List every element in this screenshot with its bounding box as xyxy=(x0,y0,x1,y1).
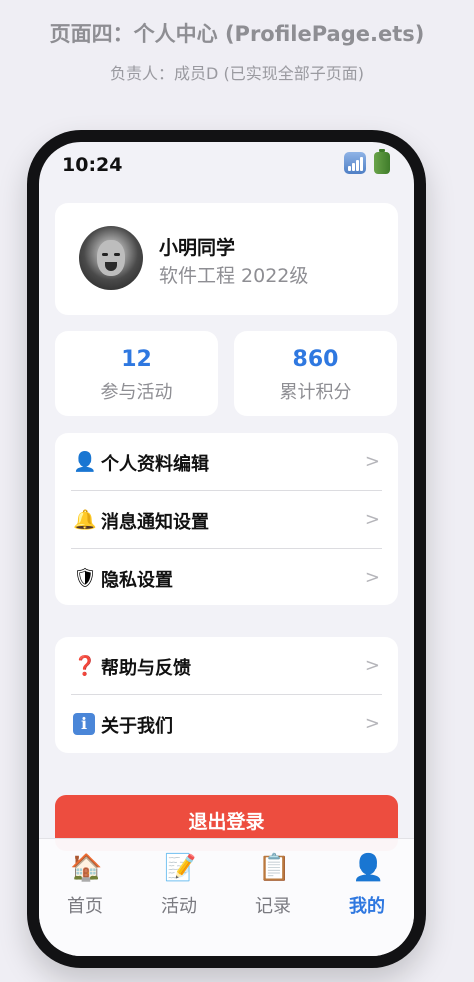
user-department: 软件工程 2022级 xyxy=(159,265,309,287)
tab-label-records: 记录 xyxy=(255,896,291,917)
tab-home[interactable]: 🏠 首页 xyxy=(55,853,115,918)
tab-profile[interactable]: 👤 我的 xyxy=(337,853,397,918)
status-bar: 10:24 xyxy=(39,142,414,190)
chevron-right-icon: > xyxy=(364,567,380,588)
menu-label-profile-edit: 个人资料编辑 xyxy=(101,454,209,475)
stat-label-points: 累计积分 xyxy=(279,382,352,403)
menu-label-help-feedback: 帮助与反馈 xyxy=(101,658,191,679)
chevron-right-icon: > xyxy=(364,509,380,530)
menu-label-about-us: 关于我们 xyxy=(101,716,173,737)
menu-label-notification-settings: 消息通知设置 xyxy=(101,512,209,533)
menu-item-notification-settings[interactable]: 🔔 消息通知设置 > xyxy=(55,491,398,549)
tab-label-profile: 我的 xyxy=(349,896,385,917)
profile-icon: 👤 xyxy=(352,853,385,883)
clipboard-icon: 📋 xyxy=(258,853,291,883)
user-name: 小明同学 xyxy=(159,237,236,259)
avatar-face xyxy=(97,240,125,276)
chevron-right-icon: > xyxy=(364,451,380,472)
avatar[interactable] xyxy=(79,226,143,290)
status-time: 10:24 xyxy=(62,154,123,176)
stat-label-activities: 参与活动 xyxy=(100,382,173,403)
tab-label-home: 首页 xyxy=(67,896,103,917)
page-caption-title: 页面四：个人中心 (ProfilePage.ets) xyxy=(49,22,425,46)
menu-item-help-feedback[interactable]: ❓ 帮助与反馈 > xyxy=(55,637,398,695)
phone-frame: 10:24 小明同学 软件工程 2022级 12 参与活动 860 累计积分 👤… xyxy=(27,130,426,968)
tab-records[interactable]: 📋 记录 xyxy=(243,853,303,918)
memo-icon: 📝 xyxy=(164,853,197,883)
status-icons xyxy=(344,149,390,174)
page-caption-subtitle: 负责人：成员D (已实现全部子页面) xyxy=(110,64,364,83)
info-icon: ℹ xyxy=(73,713,95,735)
tab-activities[interactable]: 📝 活动 xyxy=(149,853,209,918)
chevron-right-icon: > xyxy=(364,655,380,676)
tab-label-activities: 活动 xyxy=(161,896,197,917)
menu-item-about-us[interactable]: ℹ 关于我们 > xyxy=(55,695,398,753)
battery-icon xyxy=(374,149,390,174)
bell-icon: 🔔 xyxy=(73,509,97,531)
menu-item-privacy-settings[interactable]: 🛡 隐私设置 > xyxy=(55,549,398,607)
signal-icon xyxy=(344,152,366,174)
tab-bar: 🏠 首页 📝 活动 📋 记录 👤 我的 xyxy=(39,838,414,956)
stat-card-points[interactable]: 860 累计积分 xyxy=(234,331,397,416)
phone-screen: 10:24 小明同学 软件工程 2022级 12 参与活动 860 累计积分 👤… xyxy=(39,142,414,956)
menu-item-profile-edit[interactable]: 👤 个人资料编辑 > xyxy=(55,433,398,491)
chevron-right-icon: > xyxy=(364,713,380,734)
menu-label-privacy-settings: 隐私设置 xyxy=(101,570,173,591)
stat-value-points: 860 xyxy=(292,347,339,372)
shield-icon: 🛡 xyxy=(73,567,98,589)
home-icon: 🏠 xyxy=(70,853,103,883)
profile-card[interactable]: 小明同学 软件工程 2022级 xyxy=(55,203,398,315)
settings-menu-card: 👤 个人资料编辑 > 🔔 消息通知设置 > 🛡 隐私设置 > xyxy=(55,433,398,605)
stat-card-activities[interactable]: 12 参与活动 xyxy=(55,331,218,416)
support-menu-card: ❓ 帮助与反馈 > ℹ 关于我们 > xyxy=(55,637,398,753)
stat-value-activities: 12 xyxy=(121,347,152,372)
user-icon: 👤 xyxy=(73,451,97,473)
question-icon: ❓ xyxy=(73,655,97,677)
